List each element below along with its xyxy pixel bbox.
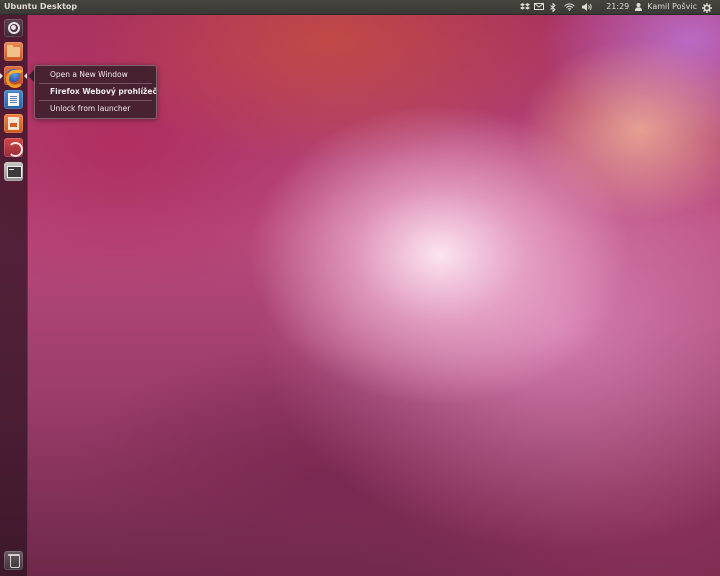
gear-icon[interactable] bbox=[702, 0, 716, 14]
clock[interactable]: 21:29 bbox=[606, 0, 629, 14]
indicator-area: 21:29 Kamil Pošvic bbox=[520, 0, 716, 14]
bluetooth-icon[interactable] bbox=[550, 0, 564, 14]
volume-icon[interactable] bbox=[582, 0, 598, 14]
launcher-item-firefox[interactable] bbox=[4, 66, 24, 88]
menu-item-unlock-from-launcher[interactable]: Unlock from launcher bbox=[50, 101, 130, 117]
ubuntu-one-icon bbox=[8, 142, 23, 157]
top-panel: Ubuntu Desktop 21:29 Kamil Pošvic bbox=[0, 0, 720, 15]
running-indicator-icon bbox=[0, 73, 3, 79]
menu-item-firefox-app-title[interactable]: Firefox Webový prohlížeč bbox=[50, 84, 157, 100]
panel-title: Ubuntu Desktop bbox=[4, 2, 78, 11]
firefox-quicklist-menu: Open a New Window Firefox Webový prohlíž… bbox=[34, 65, 157, 119]
user-icon[interactable] bbox=[635, 0, 647, 14]
dash-home-button[interactable] bbox=[4, 19, 23, 37]
focused-indicator-icon bbox=[24, 73, 27, 79]
mail-icon[interactable] bbox=[534, 0, 550, 14]
launcher-item-libreoffice-impress[interactable] bbox=[4, 114, 23, 133]
launcher-item-files[interactable] bbox=[4, 42, 23, 61]
folder-icon bbox=[7, 45, 20, 57]
menu-item-open-new-window[interactable]: Open a New Window bbox=[50, 67, 128, 83]
launcher bbox=[0, 15, 28, 576]
launcher-item-terminal[interactable] bbox=[4, 162, 23, 181]
launcher-item-ubuntu-one[interactable] bbox=[4, 138, 23, 157]
user-name[interactable]: Kamil Pošvic bbox=[647, 0, 697, 14]
wifi-icon[interactable] bbox=[564, 0, 582, 14]
dropbox-icon[interactable] bbox=[520, 0, 534, 14]
launcher-item-trash[interactable] bbox=[4, 551, 23, 570]
launcher-item-libreoffice-writer[interactable] bbox=[4, 90, 23, 109]
